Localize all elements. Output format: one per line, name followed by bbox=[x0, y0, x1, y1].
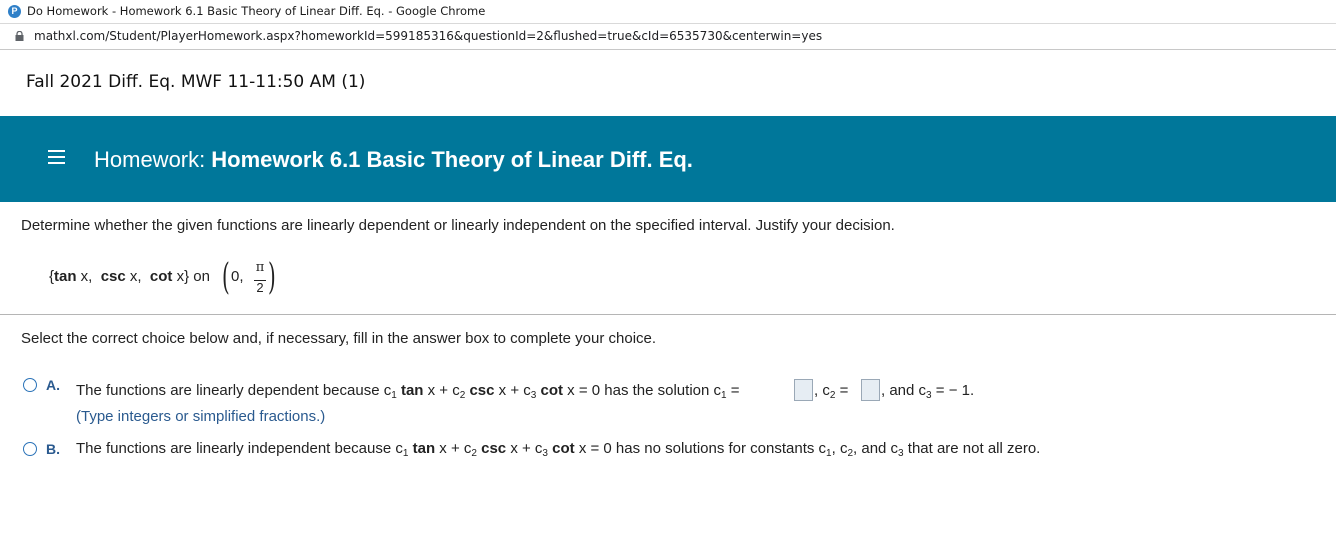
pi: π bbox=[255, 260, 265, 275]
eq-part: x + c bbox=[423, 382, 460, 399]
browser-title-bar: P Do Homework - Homework 6.1 Basic Theor… bbox=[0, 0, 1336, 24]
window-title: Do Homework - Homework 6.1 Basic Theory … bbox=[27, 4, 486, 18]
subscript: 1 bbox=[391, 390, 397, 401]
homework-label: Homework: bbox=[94, 147, 206, 172]
equals: = bbox=[726, 382, 740, 399]
course-title: Fall 2021 Diff. Eq. MWF 11-11:50 AM (1) bbox=[26, 72, 366, 92]
address-bar[interactable]: mathxl.com/Student/PlayerHomework.aspx?h… bbox=[0, 24, 1336, 50]
choice-b-text[interactable]: The functions are linearly independent b… bbox=[76, 440, 1040, 459]
homework-name: Homework 6.1 Basic Theory of Linear Diff… bbox=[211, 147, 693, 172]
eq-part: , and c bbox=[853, 440, 899, 457]
eq-csc: csc bbox=[469, 382, 495, 399]
subscript: 3 bbox=[530, 390, 537, 401]
open-paren: ( bbox=[222, 257, 230, 298]
subscript: 2 bbox=[471, 448, 477, 459]
two: 2 bbox=[256, 280, 264, 295]
eq-part: that are not all zero. bbox=[903, 440, 1041, 457]
choice-a-text[interactable]: The functions are linearly dependent bec… bbox=[76, 382, 740, 401]
subscript: 2 bbox=[459, 390, 466, 401]
eq-part: x + c bbox=[506, 440, 543, 457]
c2-answer-box[interactable] bbox=[861, 379, 880, 401]
eq-part: , and c bbox=[881, 382, 927, 399]
choice-a-radio[interactable] bbox=[23, 378, 37, 392]
equals: = bbox=[835, 382, 849, 399]
choice-a-c3: , and c3 = − 1. bbox=[881, 382, 974, 401]
eq-part: x = 0 has no solutions for constants c bbox=[574, 440, 827, 457]
choice-a-letter[interactable]: A. bbox=[46, 377, 60, 393]
close-paren: ) bbox=[268, 257, 276, 298]
func-var: x, bbox=[125, 268, 142, 285]
func-var: x, bbox=[76, 268, 93, 285]
eq-cot: cot bbox=[552, 440, 575, 457]
eq-tan: tan bbox=[400, 382, 424, 399]
eq-part: x + c bbox=[494, 382, 531, 399]
subscript: 1 bbox=[402, 448, 409, 459]
divider bbox=[0, 314, 1336, 315]
choice-b-radio[interactable] bbox=[23, 442, 37, 456]
func-csc: csc bbox=[100, 268, 126, 285]
subscript: 3 bbox=[542, 448, 548, 459]
menu-icon[interactable] bbox=[48, 150, 68, 166]
eq-csc: csc bbox=[481, 440, 507, 457]
interval-start: 0, bbox=[231, 268, 244, 285]
c1-answer-box[interactable] bbox=[794, 379, 813, 401]
lock-icon bbox=[15, 31, 24, 41]
choice-a-hint: (Type integers or simplified fractions.) bbox=[76, 408, 326, 425]
question-prompt: Determine whether the given functions ar… bbox=[21, 217, 895, 234]
eq-part: = − 1. bbox=[931, 382, 975, 399]
choice-a-c2: , c2 = bbox=[814, 382, 848, 401]
func-cot: cot bbox=[149, 268, 173, 285]
eq-part: , c bbox=[814, 382, 830, 399]
homework-heading: Homework: Homework 6.1 Basic Theory of Li… bbox=[94, 147, 693, 173]
instructions: Select the correct choice below and, if … bbox=[21, 330, 657, 347]
url-text[interactable]: mathxl.com/Student/PlayerHomework.aspx?h… bbox=[34, 29, 822, 43]
choice-text: The functions are linearly independent b… bbox=[76, 440, 403, 457]
func-tan: tan bbox=[54, 268, 77, 285]
choice-b-letter[interactable]: B. bbox=[46, 441, 60, 457]
choice-text: The functions are linearly dependent bec… bbox=[76, 382, 392, 399]
on-word: on bbox=[193, 268, 210, 285]
eq-part: , c bbox=[831, 440, 848, 457]
homework-header: Homework: Homework 6.1 Basic Theory of Li… bbox=[0, 116, 1336, 202]
eq-tan: tan bbox=[412, 440, 436, 457]
eq-part: x + c bbox=[435, 440, 472, 457]
eq-cot: cot bbox=[540, 382, 563, 399]
eq-part: x = 0 has the solution c bbox=[562, 382, 721, 399]
pearson-logo-icon: P bbox=[8, 5, 21, 18]
func-var: x} bbox=[172, 268, 190, 285]
